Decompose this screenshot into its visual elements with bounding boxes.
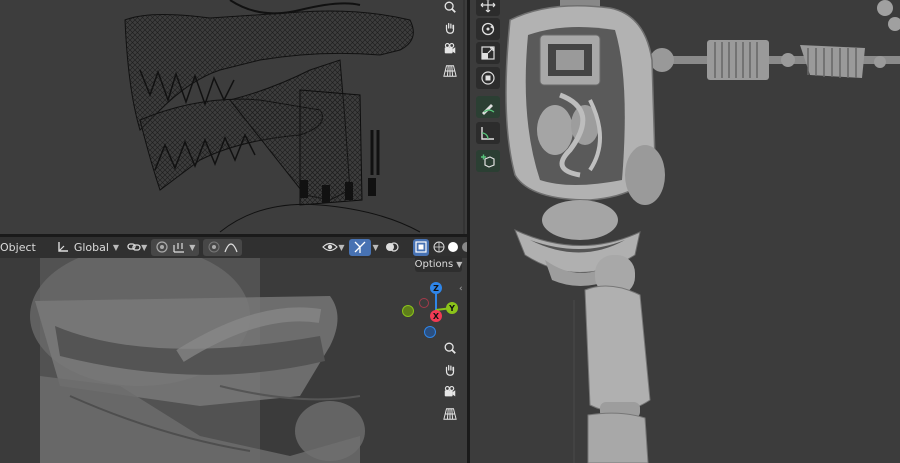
add-cube-icon[interactable] (476, 150, 500, 172)
overlays-icon (385, 242, 399, 252)
xray-toggle[interactable] (412, 238, 429, 256)
move-icon[interactable] (476, 0, 500, 16)
chevron-down-icon: ▼ (189, 242, 196, 252)
snap-icon (156, 241, 168, 253)
camera-icon[interactable] (440, 39, 460, 59)
model-viewport[interactable] (470, 0, 900, 463)
animatronic-model (505, 0, 900, 463)
scale-icon[interactable] (476, 42, 500, 64)
pivot-dropdown[interactable]: ▼ (127, 238, 147, 256)
falloff-curve-icon (224, 243, 238, 253)
measure-icon[interactable] (476, 122, 500, 144)
transform-icon[interactable] (476, 67, 500, 89)
link-icon (127, 243, 141, 251)
xray-jaw-model (30, 246, 365, 463)
gizmo-icon (354, 241, 366, 253)
chevron-down-icon[interactable]: ▼ (373, 243, 379, 252)
wireframe-viewport[interactable] (0, 0, 467, 236)
wireframe-shading-icon[interactable] (433, 241, 445, 253)
snap-toggle[interactable]: ▼ (151, 238, 200, 256)
visibility-dropdown[interactable]: ▼ (322, 238, 345, 256)
grid-perspective-icon[interactable] (440, 404, 460, 424)
mode-label[interactable]: Object (0, 238, 36, 256)
axis-x-label: X (433, 312, 440, 321)
options-dropdown[interactable]: Options ▼ (415, 256, 462, 272)
wireframe-head-model (124, 0, 465, 236)
solid-viewport[interactable]: Object Global ▼ ▼ ▼ ▼ ▼ Options ▼ ‹ Z Y … (0, 236, 467, 463)
overlays-toggle[interactable] (385, 238, 399, 256)
camera-icon[interactable] (440, 382, 460, 402)
solid-shading-icon[interactable] (447, 241, 459, 253)
orientation-dropdown[interactable]: Global ▼ (56, 238, 119, 256)
area-divider-horizontal[interactable] (0, 234, 467, 237)
proportional-edit-icon (208, 241, 220, 253)
area-divider-vertical[interactable] (467, 0, 470, 463)
eye-icon (322, 242, 339, 252)
pan-hand-icon[interactable] (440, 18, 460, 38)
options-label: Options (414, 258, 454, 270)
orientation-icon (58, 242, 68, 252)
viewport-header: Object Global ▼ ▼ ▼ ▼ ▼ (0, 236, 467, 258)
snap-target-icon (173, 243, 185, 253)
shading-modes[interactable]: ▼ (433, 238, 467, 256)
axis-y-label: Y (448, 304, 455, 313)
annotate-icon[interactable] (476, 96, 500, 118)
chevron-down-icon: ▼ (112, 242, 120, 252)
pan-hand-icon[interactable] (440, 360, 460, 380)
orientation-label: Global (73, 240, 109, 254)
navigation-gizmo[interactable]: Z Y X (400, 280, 464, 340)
gizmo-toggle[interactable] (348, 238, 371, 256)
xray-icon (415, 241, 427, 253)
chevron-down-icon: ▼ (456, 259, 463, 269)
chevron-down-icon: ▼ (338, 242, 345, 252)
proportional-edit-toggle[interactable] (203, 238, 243, 256)
grid-perspective-icon[interactable] (440, 61, 460, 81)
axis-z-label: Z (433, 284, 439, 293)
zoom-icon[interactable] (440, 338, 460, 358)
rotate-icon[interactable] (476, 18, 500, 40)
chevron-down-icon: ▼ (141, 242, 148, 252)
